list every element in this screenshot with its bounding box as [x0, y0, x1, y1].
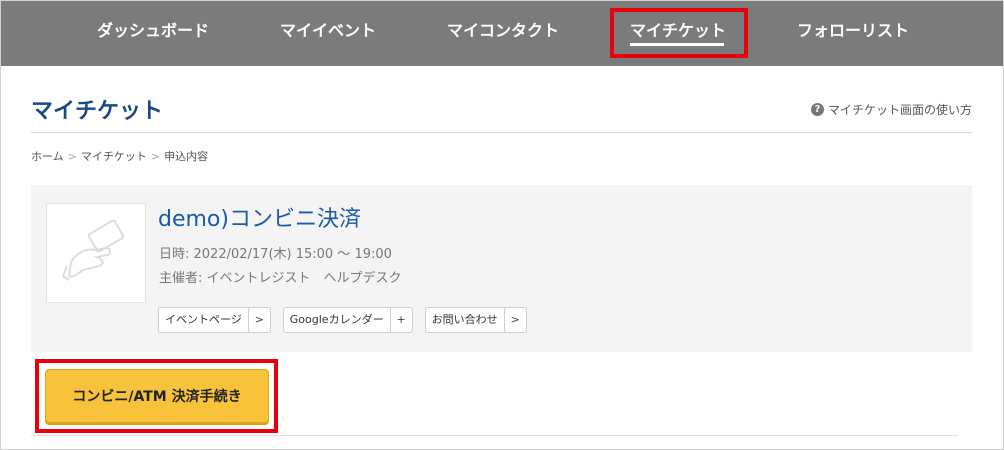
nav-my-contacts[interactable]: マイコンタクト	[447, 1, 559, 66]
event-host: 主催者: イベントレジスト ヘルプデスク	[159, 271, 402, 286]
contact-button[interactable]: お問い合わせ >	[424, 307, 527, 333]
page-title: マイチケット	[31, 99, 164, 124]
event-title[interactable]: demo)コンビニ決済	[158, 201, 361, 233]
event-page-button-label: イベントページ	[165, 313, 242, 326]
ticket-hand-icon	[61, 219, 125, 281]
google-calendar-button-label: Googleカレンダー	[289, 313, 384, 326]
event-page-button[interactable]: イベントページ >	[158, 307, 271, 333]
top-nav: ダッシュボード マイイベント マイコンタクト マイチケット フォローリスト	[1, 1, 1003, 66]
nav-follow-list[interactable]: フォローリスト	[797, 1, 909, 66]
nav-dashboard[interactable]: ダッシュボード	[97, 1, 209, 66]
chevron-right-icon: >	[247, 308, 270, 332]
nav-my-events[interactable]: マイイベント	[280, 1, 376, 66]
nav-highlight-box	[610, 8, 748, 58]
help-link-label: マイチケット画面の使い方	[827, 103, 972, 117]
help-link[interactable]: ? マイチケット画面の使い方	[810, 101, 972, 118]
plus-icon: +	[389, 308, 412, 332]
breadcrumb-separator: >	[67, 149, 77, 163]
breadcrumb-home[interactable]: ホーム	[31, 148, 64, 164]
convenience-payment-button[interactable]: コンビニ/ATM 決済手続き	[45, 369, 269, 423]
event-card: demo)コンビニ決済 日時: 2022/02/17(木) 15:00 〜 19…	[31, 185, 972, 352]
breadcrumb-current: 申込内容	[164, 150, 209, 163]
title-divider	[31, 132, 972, 133]
event-action-buttons: イベントページ > Googleカレンダー + お問い合わせ >	[158, 307, 527, 333]
question-icon: ?	[810, 103, 824, 116]
chevron-right-icon: >	[503, 308, 526, 332]
breadcrumb-separator: >	[150, 149, 161, 163]
breadcrumb-my-tickets[interactable]: マイチケット	[81, 148, 147, 164]
google-calendar-button[interactable]: Googleカレンダー +	[282, 307, 413, 333]
contact-button-label: お問い合わせ	[431, 313, 498, 326]
breadcrumb: ホーム > マイチケット > 申込内容	[31, 148, 208, 164]
bottom-divider	[31, 435, 958, 436]
event-date: 日時: 2022/02/17(木) 15:00 〜 19:00	[159, 247, 392, 262]
event-thumbnail	[46, 203, 146, 303]
